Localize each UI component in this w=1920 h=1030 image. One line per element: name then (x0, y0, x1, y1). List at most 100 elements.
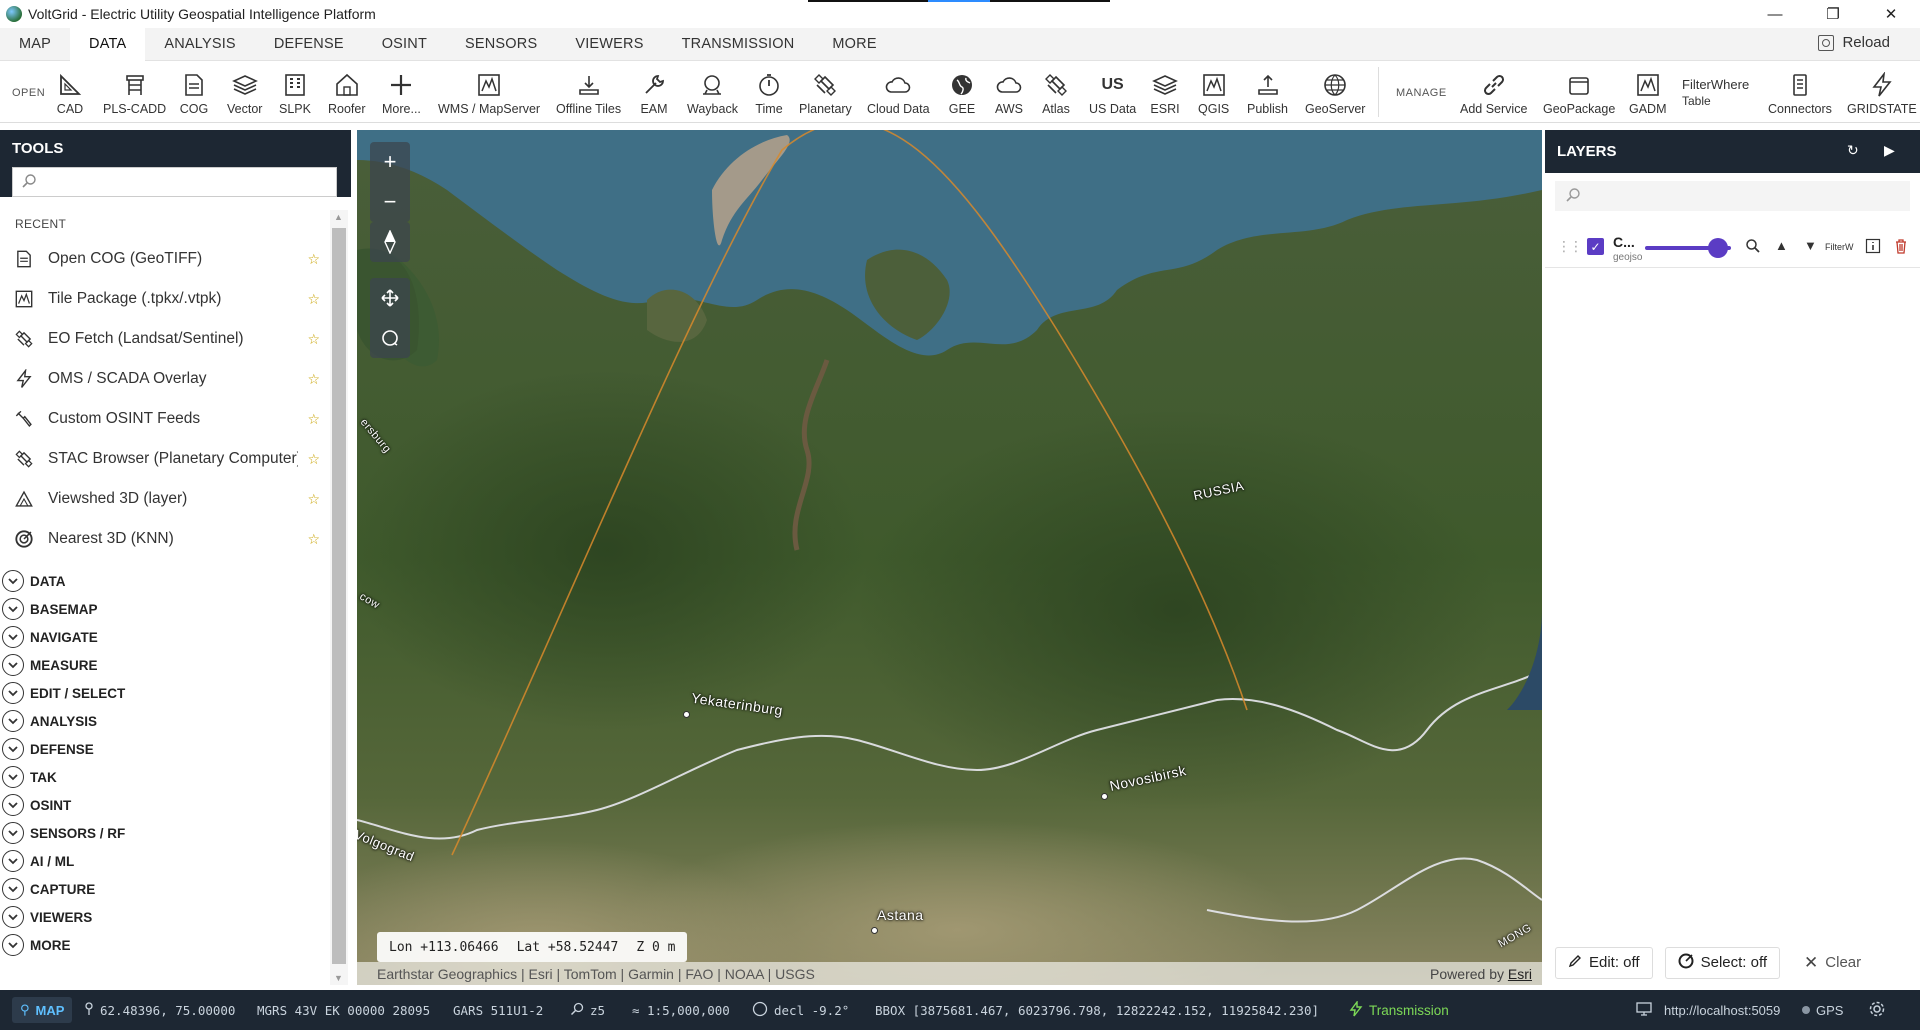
tab-sensors[interactable]: SENSORS (446, 28, 556, 61)
planetary-button[interactable]: Planetary (799, 61, 852, 123)
tab-map[interactable]: MAP (0, 28, 70, 61)
drag-handle-icon[interactable]: ⋮⋮ (1557, 238, 1583, 255)
offline-tiles-button[interactable]: Offline Tiles (556, 61, 621, 123)
minimize-button[interactable]: — (1746, 0, 1804, 28)
us-data-button[interactable]: US US Data (1089, 61, 1136, 123)
restore-button[interactable]: ❐ (1804, 0, 1862, 28)
compass-icon[interactable] (370, 222, 410, 262)
transmission-status[interactable]: Transmission (1349, 990, 1449, 1030)
publish-button[interactable]: Publish (1247, 61, 1288, 123)
layer-info-icon[interactable] (1865, 238, 1881, 257)
gee-button[interactable]: GEE (947, 61, 977, 123)
pls-cadd-button[interactable]: PLS-CADD (103, 61, 166, 123)
time-button[interactable]: Time (754, 61, 784, 123)
cloud-data-button[interactable]: Cloud Data (867, 61, 930, 123)
map-mode-button[interactable]: ⚲ MAP (12, 997, 73, 1023)
category-data[interactable]: DATA (0, 567, 351, 595)
recent-item[interactable]: Custom OSINT Feeds ☆ (0, 399, 330, 439)
close-button[interactable]: ✕ (1862, 0, 1920, 28)
vector-button[interactable]: Vector (227, 61, 262, 123)
esri-link[interactable]: Esri (1508, 966, 1532, 982)
rotate-icon[interactable] (370, 318, 410, 358)
settings-button[interactable] (1868, 990, 1886, 1030)
zoom-to-layer-icon[interactable] (1745, 238, 1761, 257)
layer-row[interactable]: ⋮⋮ ✓ C... geojso ▲ ▼ FilterW (1545, 226, 1920, 268)
eam-button[interactable]: EAM (639, 61, 669, 123)
tab-more[interactable]: MORE (813, 28, 895, 61)
reload-button[interactable]: Reload (1818, 34, 1890, 51)
favorite-star-icon[interactable]: ☆ (307, 251, 320, 268)
cad-button[interactable]: CAD (55, 61, 85, 123)
cog-button[interactable]: COG (179, 61, 209, 123)
filterwhere-table-button[interactable]: FilterWhere Table (1682, 77, 1749, 109)
gridstate-button[interactable]: GRIDSTATE (1847, 61, 1917, 123)
scroll-up-icon[interactable]: ▲ (334, 212, 343, 222)
category-tak[interactable]: TAK (0, 763, 351, 791)
tab-viewers[interactable]: VIEWERS (556, 28, 662, 61)
wayback-button[interactable]: Wayback (687, 61, 738, 123)
category-defense[interactable]: DEFENSE (0, 735, 351, 763)
recent-item[interactable]: OMS / SCADA Overlay ☆ (0, 359, 330, 399)
recent-item[interactable]: STAC Browser (Planetary Computer) ☆ (0, 439, 330, 479)
tools-scrollbar[interactable]: ▲ ▼ (330, 210, 348, 985)
tab-transmission[interactable]: TRANSMISSION (663, 28, 814, 61)
scroll-down-icon[interactable]: ▼ (334, 973, 343, 983)
category-navigate[interactable]: NAVIGATE (0, 623, 351, 651)
favorite-star-icon[interactable]: ☆ (307, 371, 320, 388)
tab-defense[interactable]: DEFENSE (255, 28, 363, 61)
edit-toggle-button[interactable]: Edit: off (1555, 946, 1653, 979)
aws-button[interactable]: AWS (994, 61, 1024, 123)
recent-item[interactable]: Nearest 3D (KNN) ☆ (0, 519, 330, 559)
favorite-star-icon[interactable]: ☆ (307, 291, 320, 308)
gadm-button[interactable]: GADM (1629, 61, 1667, 123)
zoom-in-button[interactable]: + (370, 142, 410, 182)
category-viewers[interactable]: VIEWERS (0, 903, 351, 931)
layer-filter-button[interactable]: FilterW (1825, 242, 1854, 252)
favorite-star-icon[interactable]: ☆ (307, 491, 320, 508)
select-toggle-button[interactable]: Select: off (1664, 946, 1781, 979)
recent-item[interactable]: Open COG (GeoTIFF) ☆ (0, 239, 330, 279)
esri-button[interactable]: ESRI (1150, 61, 1180, 123)
wms-mapserver-button[interactable]: WMS / MapServer (438, 61, 540, 123)
tab-osint[interactable]: OSINT (363, 28, 446, 61)
layer-visibility-checkbox[interactable]: ✓ (1587, 238, 1604, 255)
clear-button[interactable]: ✕ Clear (1792, 946, 1874, 979)
delete-layer-icon[interactable] (1893, 238, 1909, 257)
category-more[interactable]: MORE (0, 931, 351, 959)
category-ai-ml[interactable]: AI / ML (0, 847, 351, 875)
category-edit-select[interactable]: EDIT / SELECT (0, 679, 351, 707)
qgis-button[interactable]: QGIS (1198, 61, 1229, 123)
refresh-icon[interactable]: ↻ (1847, 142, 1859, 159)
scroll-thumb[interactable] (332, 228, 346, 964)
move-up-icon[interactable]: ▲ (1775, 238, 1788, 253)
move-down-icon[interactable]: ▼ (1804, 238, 1817, 253)
collapse-panel-icon[interactable]: ▶ (1884, 142, 1895, 159)
atlas-button[interactable]: Atlas (1041, 61, 1071, 123)
gps-status[interactable]: GPS (1802, 990, 1843, 1030)
opacity-slider-handle[interactable] (1708, 238, 1729, 258)
category-measure[interactable]: MEASURE (0, 651, 351, 679)
map-view[interactable]: + − RUSSIA Yekaterinburg Novosibirsk Ast… (357, 130, 1542, 985)
connectors-button[interactable]: Connectors (1768, 61, 1832, 123)
zoom-out-button[interactable]: − (370, 182, 410, 222)
pan-icon[interactable] (370, 278, 410, 318)
category-capture[interactable]: CAPTURE (0, 875, 351, 903)
geoserver-button[interactable]: GeoServer (1305, 61, 1365, 123)
more-open-button[interactable]: More... (382, 61, 421, 123)
layers-search-input[interactable] (1555, 181, 1910, 211)
category-basemap[interactable]: BASEMAP (0, 595, 351, 623)
favorite-star-icon[interactable]: ☆ (307, 531, 320, 548)
slpk-button[interactable]: SLPK (279, 61, 311, 123)
favorite-star-icon[interactable]: ☆ (307, 451, 320, 468)
favorite-star-icon[interactable]: ☆ (307, 411, 320, 428)
tab-data[interactable]: DATA (70, 27, 146, 61)
recent-item[interactable]: Viewshed 3D (layer) ☆ (0, 479, 330, 519)
category-sensors-rf[interactable]: SENSORS / RF (0, 819, 351, 847)
recent-item[interactable]: EO Fetch (Landsat/Sentinel) ☆ (0, 319, 330, 359)
tools-search-input[interactable] (12, 167, 337, 197)
favorite-star-icon[interactable]: ☆ (307, 331, 320, 348)
geopackage-button[interactable]: GeoPackage (1543, 61, 1615, 123)
category-osint[interactable]: OSINT (0, 791, 351, 819)
add-service-button[interactable]: Add Service (1460, 61, 1527, 123)
roofer-button[interactable]: Roofer (328, 61, 366, 123)
